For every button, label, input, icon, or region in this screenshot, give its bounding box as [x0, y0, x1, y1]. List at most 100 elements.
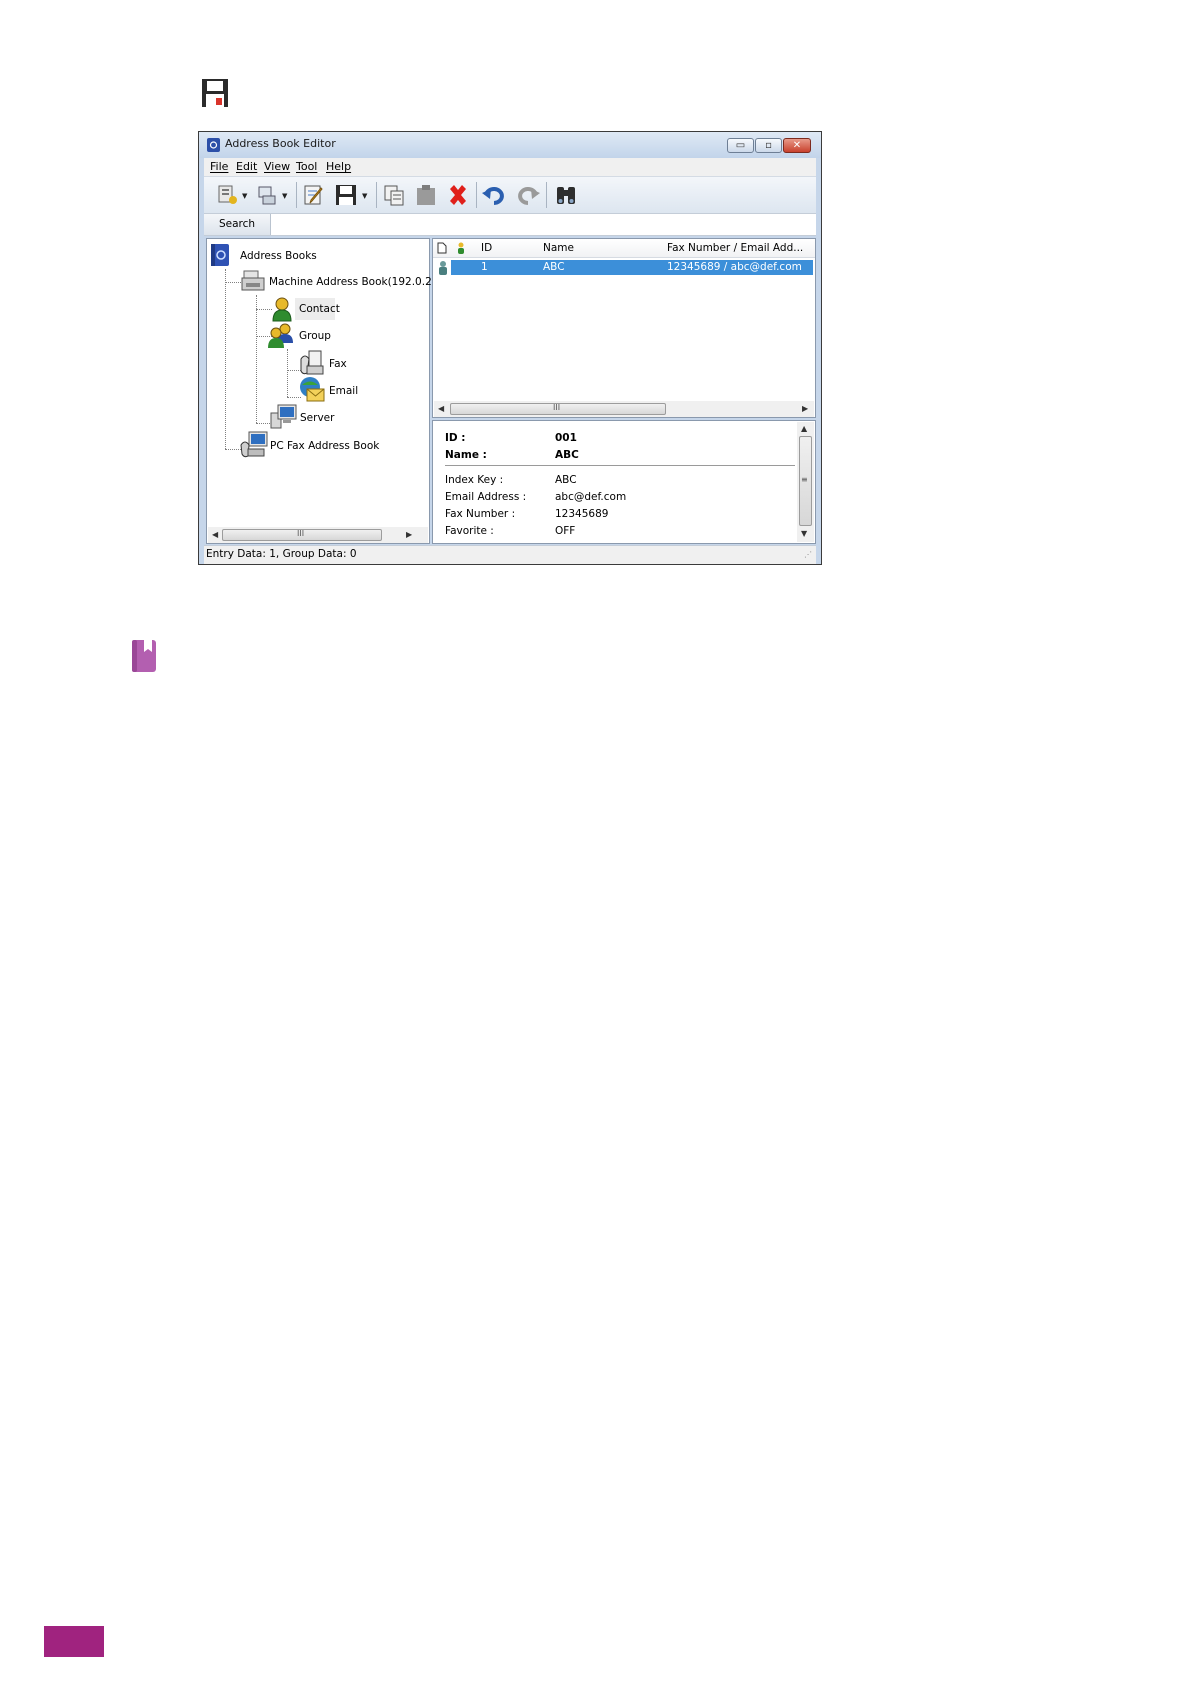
- group-people-icon: [268, 323, 293, 348]
- copy-icon[interactable]: [382, 183, 406, 207]
- detail-fax-label: Fax Number :: [445, 508, 516, 520]
- table-row[interactable]: 1 ABC 12345689 / abc@def.com: [451, 260, 813, 275]
- toolbar-separator: [376, 182, 377, 208]
- note-bookmark-icon: [132, 640, 156, 672]
- title-bar[interactable]: Address Book Editor ▭ ▫ ✕: [199, 132, 821, 158]
- toolbar: ▼ ▼ ▼: [204, 177, 816, 214]
- tree-label-server: Server: [300, 412, 335, 424]
- address-book-tree: Address Books Machine Address Book(192.0…: [206, 238, 442, 544]
- address-book-editor-window: Address Book Editor ▭ ▫ ✕ File Edit View…: [198, 131, 822, 565]
- tree-connector: [287, 349, 288, 397]
- column-header-fax-email[interactable]: Fax Number / Email Add...: [667, 242, 803, 254]
- address-book-app-icon: [207, 138, 220, 152]
- save-icon[interactable]: [334, 183, 358, 207]
- row-id: 1: [481, 261, 488, 273]
- detail-name-label: Name :: [445, 449, 487, 461]
- maximize-button[interactable]: ▫: [755, 138, 782, 153]
- close-button[interactable]: ✕: [783, 138, 811, 153]
- tree-item-email[interactable]: Email: [299, 376, 379, 404]
- fax-machine-icon: [300, 350, 324, 375]
- detail-favorite-label: Favorite :: [445, 525, 494, 537]
- scroll-left-icon[interactable]: ◀: [438, 404, 444, 413]
- detail-id-label: ID :: [445, 432, 466, 444]
- menu-edit[interactable]: Edit: [236, 160, 257, 173]
- menu-help[interactable]: Help: [326, 160, 351, 173]
- toolbar-separator: [296, 182, 297, 208]
- tree-item-fax[interactable]: Fax: [299, 349, 369, 377]
- edit-icon[interactable]: [302, 183, 326, 207]
- new-entry-icon[interactable]: [216, 183, 240, 207]
- tree-item-machine-address-book[interactable]: Machine Address Book(192.0.2.1: [241, 269, 442, 295]
- minimize-icon: ▭: [735, 140, 746, 151]
- minimize-button[interactable]: ▭: [727, 138, 754, 153]
- search-label: Search: [204, 214, 271, 235]
- status-bar: Entry Data: 1, Group Data: 0 ⋰: [204, 545, 816, 564]
- scrollbar-thumb[interactable]: ≡: [799, 436, 812, 526]
- entry-details: ID : 001 Name : ABC Index Key : ABC Emai…: [432, 420, 816, 544]
- search-input[interactable]: [271, 215, 811, 233]
- tree-label-contact: Contact: [299, 303, 340, 315]
- new-entry-dropdown-icon[interactable]: ▼: [242, 192, 247, 200]
- tree-connector: [256, 309, 272, 310]
- column-header-name[interactable]: Name: [543, 242, 574, 254]
- status-text: Entry Data: 1, Group Data: 0: [206, 548, 357, 560]
- entry-list: ID Name Fax Number / Email Add... 1 ABC …: [432, 238, 816, 418]
- menu-view[interactable]: View: [264, 160, 290, 173]
- delete-icon[interactable]: [446, 183, 470, 207]
- scrollbar-grip-icon: III: [553, 403, 561, 412]
- document-type-icon[interactable]: [437, 242, 447, 254]
- menu-tool[interactable]: Tool: [296, 160, 317, 173]
- detail-fax-value: 12345689: [555, 508, 609, 520]
- row-fax-email: 12345689 / abc@def.com: [667, 261, 802, 273]
- contact-row-icon: [439, 261, 447, 275]
- detail-vertical-scrollbar[interactable]: ▲ ≡ ▼: [797, 422, 814, 542]
- address-book-icon: [211, 244, 229, 266]
- redo-icon[interactable]: [516, 183, 540, 207]
- save-icon: [202, 79, 228, 107]
- scroll-right-icon[interactable]: ▶: [406, 530, 412, 539]
- search-bar: Search: [204, 214, 816, 236]
- detail-divider: [445, 465, 795, 466]
- menu-bar: File Edit View Tool Help: [204, 158, 816, 177]
- page-footer-marker: [44, 1626, 104, 1657]
- paste-icon[interactable]: [414, 183, 438, 207]
- close-icon: ✕: [792, 140, 802, 151]
- column-header-id[interactable]: ID: [481, 242, 492, 254]
- tree-item-contact[interactable]: Contact: [272, 296, 342, 322]
- scroll-left-icon[interactable]: ◀: [212, 530, 218, 539]
- detail-index-key-value: ABC: [555, 474, 577, 486]
- maximize-icon: ▫: [765, 140, 772, 151]
- scrollbar-thumb[interactable]: III: [222, 529, 382, 541]
- undo-icon[interactable]: [482, 183, 506, 207]
- toolbar-separator: [546, 182, 547, 208]
- tree-item-group[interactable]: Group: [267, 323, 347, 349]
- tree-label-pc-fax-address-book: PC Fax Address Book: [270, 440, 380, 452]
- printer-icon: [241, 270, 265, 291]
- list-horizontal-scrollbar[interactable]: ◀ III ▶: [434, 401, 814, 417]
- person-type-icon[interactable]: [457, 242, 465, 254]
- tree-connector: [225, 449, 241, 450]
- contact-person-icon: [272, 297, 292, 322]
- scrollbar-thumb[interactable]: III: [450, 403, 666, 415]
- resize-grip-icon[interactable]: ⋰: [804, 550, 812, 559]
- tree-horizontal-scrollbar[interactable]: ◀ III ▶: [208, 527, 428, 543]
- email-icon: [300, 377, 325, 402]
- detail-name-value: ABC: [555, 449, 579, 461]
- tree-item-pc-fax-address-book[interactable]: PC Fax Address Book: [240, 431, 390, 459]
- detail-index-key-label: Index Key :: [445, 474, 504, 486]
- scroll-right-icon[interactable]: ▶: [802, 404, 808, 413]
- list-header: ID Name Fax Number / Email Add...: [433, 239, 815, 258]
- menu-file[interactable]: File: [210, 160, 228, 173]
- import-dropdown-icon[interactable]: ▼: [282, 192, 287, 200]
- import-icon[interactable]: [256, 183, 280, 207]
- detail-id-value: 001: [555, 432, 577, 444]
- scrollbar-grip-icon: III: [297, 529, 305, 538]
- scroll-up-icon[interactable]: ▲: [801, 424, 807, 433]
- tree-item-server[interactable]: Server: [269, 403, 349, 431]
- tree-label-address-books: Address Books: [240, 250, 317, 262]
- tree-item-address-books[interactable]: Address Books: [209, 243, 349, 269]
- scroll-down-icon[interactable]: ▼: [801, 529, 807, 538]
- find-icon[interactable]: [554, 183, 578, 207]
- toolbar-separator: [476, 182, 477, 208]
- save-dropdown-icon[interactable]: ▼: [362, 192, 367, 200]
